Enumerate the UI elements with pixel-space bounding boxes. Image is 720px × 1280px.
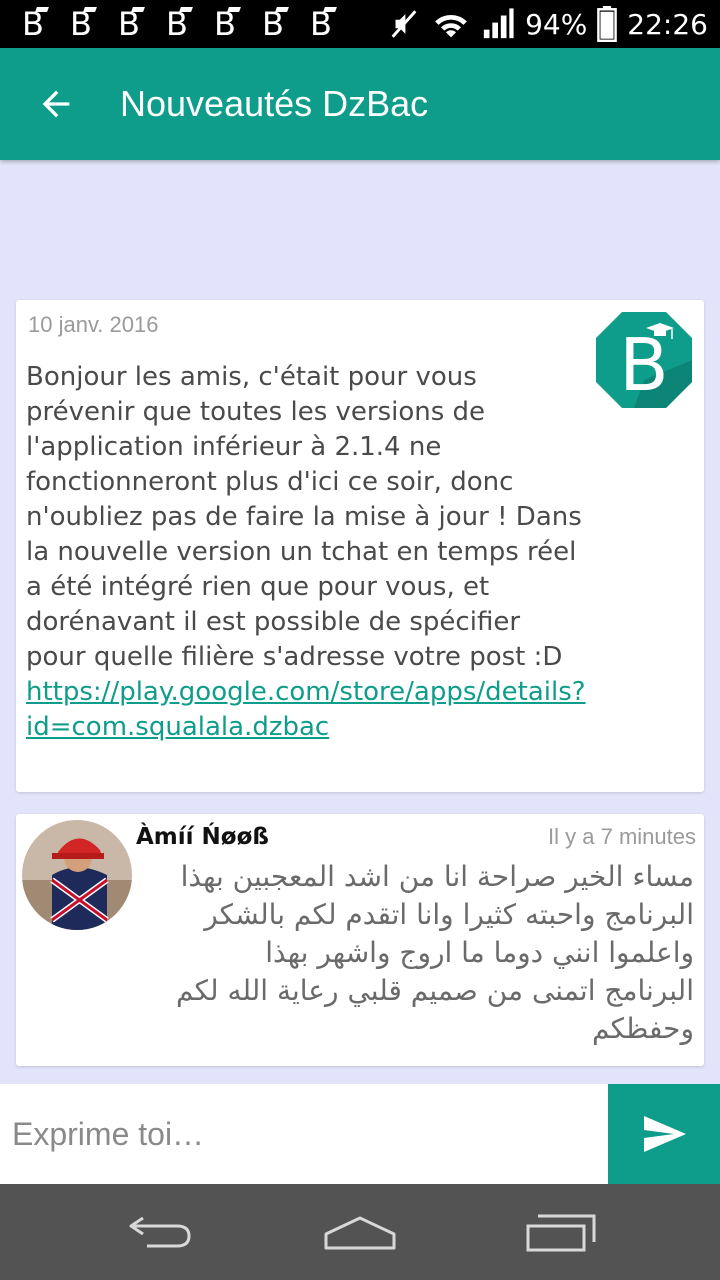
- comment-line: واعلموا انني دوما ما اروج واشهر بهذا: [265, 936, 694, 969]
- dzbac-notification-icon: B: [58, 0, 106, 48]
- nav-recent-button[interactable]: [520, 1208, 600, 1256]
- nav-home-button[interactable]: [320, 1208, 400, 1256]
- wifi-icon: [435, 14, 467, 38]
- app-bar: Nouveautés DzBac: [0, 48, 720, 160]
- post-text: Bonjour les amis, c'était pour vous prév…: [26, 362, 582, 672]
- signal-icon: [483, 8, 514, 39]
- post-date: 10 janv. 2016: [28, 312, 159, 337]
- home-icon: [324, 1216, 396, 1250]
- arrow-back-icon: [42, 90, 70, 118]
- author-name[interactable]: Àmíí Ńøøß: [136, 824, 269, 850]
- comment-body: مساء الخير صراحة انا من اشد المعجبين بهذ…: [152, 858, 694, 1048]
- nav-back-button[interactable]: [120, 1208, 200, 1256]
- play-store-link[interactable]: https://play.google.com/store/apps/detai…: [26, 677, 586, 742]
- avatar[interactable]: [22, 820, 132, 930]
- notification-icons: B B B B B B B: [10, 0, 346, 48]
- comment-line: البرنامج اتمنى من صميم قلبي رعاية الله ل…: [175, 974, 694, 1007]
- dzbac-logo-icon: B: [596, 312, 692, 408]
- comment-line: وحفظكم: [591, 1012, 694, 1045]
- dzbac-notification-icon: B: [298, 0, 346, 48]
- system-nav-bar: [0, 1184, 720, 1280]
- message-composer: [0, 1084, 720, 1184]
- recent-apps-icon: [526, 1214, 596, 1252]
- send-button[interactable]: [608, 1084, 720, 1184]
- back-button[interactable]: [24, 76, 88, 132]
- dzbac-notification-icon: B: [154, 0, 202, 48]
- battery-icon: [597, 6, 618, 42]
- comment-line: البرنامج واحبته كثيرا وانا اتقدم لكم بال…: [204, 898, 694, 931]
- dzbac-notification-icon: B: [106, 0, 154, 48]
- user-avatar-image: [22, 820, 132, 930]
- page-title: Nouveautés DzBac: [120, 83, 429, 124]
- dzbac-notification-icon: B: [202, 0, 250, 48]
- dzbac-notification-icon: B: [10, 0, 58, 48]
- comment-line: مساء الخير صراحة انا من اشد المعجبين بهذ…: [180, 860, 694, 893]
- status-bar: B B B B B B B 94% 22:26: [0, 0, 720, 48]
- post-body: Bonjour les amis, c'était pour vous prév…: [26, 360, 586, 745]
- send-icon: [644, 1116, 686, 1152]
- system-status: 94% 22:26: [387, 0, 708, 48]
- mute-icon: [391, 10, 417, 38]
- dzbac-notification-icon: B: [250, 0, 298, 48]
- battery-level: 94%: [525, 7, 588, 41]
- comment-card: Àmíí Ńøøß Il y a 7 minutes مساء الخير صر…: [16, 814, 704, 1066]
- post-timestamp: Il y a 7 minutes: [548, 824, 696, 849]
- message-input[interactable]: [0, 1084, 608, 1184]
- back-icon: [129, 1216, 191, 1248]
- clock: 22:26: [627, 7, 708, 41]
- news-card: 10 janv. 2016 B Bonjour les amis, c'étai…: [16, 300, 704, 792]
